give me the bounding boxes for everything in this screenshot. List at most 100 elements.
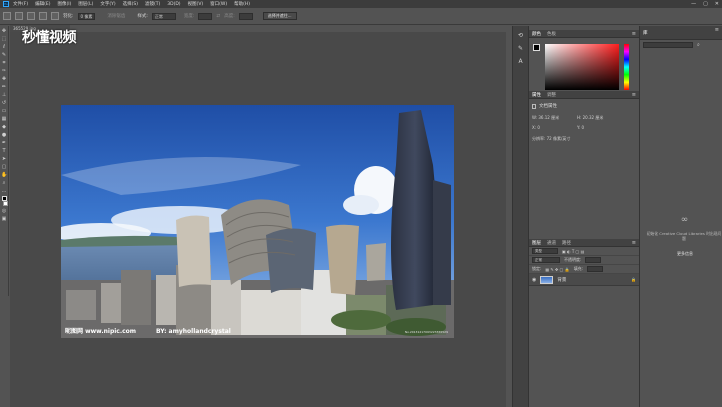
fill-input[interactable] bbox=[587, 266, 604, 272]
hue-slider[interactable] bbox=[624, 44, 629, 90]
tab-libraries[interactable]: 库 bbox=[643, 30, 648, 36]
layers-panel: 图层 通道 路径 ≡ 类型 ▣ ◐ T ▢ ▤ 正常 不透明度: 锁定: ▦ ✎… bbox=[529, 239, 639, 407]
add-selection-icon[interactable] bbox=[27, 12, 35, 20]
width-input[interactable] bbox=[198, 12, 213, 20]
minimize-button[interactable]: — bbox=[691, 1, 696, 7]
hand-tool-icon[interactable]: ✋ bbox=[1, 172, 7, 178]
character-panel-icon[interactable]: A bbox=[518, 58, 522, 65]
close-button[interactable]: ✕ bbox=[715, 1, 719, 7]
panel-menu-icon[interactable]: ≡ bbox=[632, 92, 636, 98]
feather-label: 羽化: bbox=[63, 14, 74, 19]
swap-icon[interactable]: ⇄ bbox=[216, 14, 220, 19]
x-value: 0 bbox=[537, 125, 540, 130]
more-info-link[interactable]: 更多信息 bbox=[660, 251, 710, 257]
filter-icons[interactable]: ▣ ◐ T ▢ ▤ bbox=[562, 249, 584, 254]
creative-cloud-icon: ∞ bbox=[680, 215, 689, 225]
lock-label: 锁定: bbox=[532, 266, 542, 271]
quick-mask-icon[interactable]: ◎ bbox=[1, 208, 7, 214]
menu-edit[interactable]: 编辑(E) bbox=[35, 1, 50, 7]
opacity-input[interactable] bbox=[585, 257, 602, 263]
tab-paths[interactable]: 路径 bbox=[562, 240, 571, 246]
shape-tool-icon[interactable]: ▢ bbox=[1, 164, 7, 170]
style-select[interactable]: 正常 bbox=[151, 12, 176, 20]
clone-stamp-icon[interactable]: ⊥ bbox=[1, 92, 7, 98]
quick-select-icon[interactable]: ✎ bbox=[1, 52, 7, 58]
x-field[interactable]: X: 0 bbox=[532, 125, 577, 130]
y-label: Y: bbox=[577, 125, 581, 130]
marquee-tool-icon[interactable]: ⬚ bbox=[1, 36, 7, 42]
menu-select[interactable]: 选择(S) bbox=[123, 1, 138, 7]
libraries-search-input[interactable] bbox=[643, 42, 693, 48]
brush-panel-icon[interactable]: ✎ bbox=[518, 45, 523, 52]
antialias-checkbox[interactable]: 消除锯齿 bbox=[107, 13, 125, 19]
lock-icons[interactable]: ▦ ✎ ✥ ▢ 🔒 bbox=[545, 267, 569, 272]
eyedropper-icon[interactable]: ✑ bbox=[1, 68, 7, 74]
menu-bar: Ps 文件(F) 编辑(E) 图像(I) 图层(L) 文字(Y) 选择(S) 滤… bbox=[0, 0, 722, 8]
maximize-button[interactable]: ▢ bbox=[703, 1, 708, 7]
document-image[interactable]: 昵图网 www.nipic.com BY: amyhollandcrystal … bbox=[61, 105, 454, 338]
tab-color[interactable]: 颜色 bbox=[532, 31, 541, 37]
tab-swatches[interactable]: 色板 bbox=[547, 31, 556, 37]
menu-layer[interactable]: 图层(L) bbox=[78, 1, 93, 7]
panel-menu-icon[interactable]: ≡ bbox=[715, 27, 719, 33]
height-input[interactable] bbox=[238, 12, 253, 20]
gradient-tool-icon[interactable]: ▦ bbox=[1, 116, 7, 122]
properties-title: 文档属性 bbox=[532, 103, 636, 109]
panel-menu-icon[interactable]: ≡ bbox=[632, 31, 636, 37]
blur-tool-icon[interactable]: ◆ bbox=[1, 124, 7, 130]
width-field[interactable]: W: 36.12 厘米 bbox=[532, 115, 577, 121]
lasso-tool-icon[interactable]: ℓ bbox=[1, 44, 7, 50]
screen-mode-icon[interactable]: ▣ bbox=[1, 216, 7, 222]
menu-type[interactable]: 文字(Y) bbox=[100, 1, 115, 7]
position-row: X: 0 Y: 0 bbox=[532, 125, 636, 130]
menu-file[interactable]: 文件(F) bbox=[13, 1, 28, 7]
healing-brush-icon[interactable]: ✚ bbox=[1, 76, 7, 82]
path-select-icon[interactable]: ➤ bbox=[1, 156, 7, 162]
resolution-text: 分辨率: 72 像素/英寸 bbox=[532, 136, 571, 141]
history-brush-icon[interactable]: ↺ bbox=[1, 100, 7, 106]
marquee-tool-icon[interactable] bbox=[3, 12, 11, 20]
tab-layers[interactable]: 图层 bbox=[532, 240, 541, 246]
properties-panel-header: 属性 调整 ≡ bbox=[529, 91, 639, 99]
collapsed-panel-strip: ⟲ ✎ A bbox=[512, 26, 528, 407]
w-value: 36.12 厘米 bbox=[538, 115, 560, 120]
intersect-selection-icon[interactable] bbox=[51, 12, 59, 20]
y-field[interactable]: Y: 0 bbox=[577, 125, 622, 130]
background-color-swatch[interactable] bbox=[3, 201, 8, 206]
height-field[interactable]: H: 20.32 厘米 bbox=[577, 115, 622, 121]
layer-row-background[interactable]: ◉ 背景 🔒 bbox=[529, 274, 639, 286]
color-foreground-swatch[interactable] bbox=[533, 44, 540, 51]
pen-tool-icon[interactable]: ✒ bbox=[1, 140, 7, 146]
tab-channels[interactable]: 通道 bbox=[547, 240, 556, 246]
menu-window[interactable]: 窗口(W) bbox=[210, 1, 227, 7]
more-tools-icon[interactable]: … bbox=[1, 188, 7, 194]
crop-tool-icon[interactable]: ⌗ bbox=[1, 60, 7, 66]
h-label: H: bbox=[577, 115, 582, 120]
blend-mode-select[interactable]: 正常 bbox=[532, 257, 560, 263]
panel-menu-icon[interactable]: ≡ bbox=[632, 240, 636, 246]
brush-tool-icon[interactable]: ✏ bbox=[1, 84, 7, 90]
menu-3d[interactable]: 3D(D) bbox=[167, 2, 180, 7]
select-and-mask-button[interactable]: 选择并遮住... bbox=[262, 12, 297, 20]
search-icon[interactable]: ⌕ bbox=[697, 42, 700, 48]
subtract-selection-icon[interactable] bbox=[39, 12, 47, 20]
new-selection-icon[interactable] bbox=[15, 12, 23, 20]
lock-row: 锁定: ▦ ✎ ✥ ▢ 🔒 填充: bbox=[529, 265, 639, 274]
menu-view[interactable]: 视图(V) bbox=[188, 1, 204, 7]
layer-kind-select[interactable]: 类型 bbox=[532, 248, 558, 254]
menu-help[interactable]: 帮助(H) bbox=[234, 1, 250, 7]
menu-image[interactable]: 图像(I) bbox=[57, 1, 71, 7]
width-label: 宽度: bbox=[183, 14, 195, 19]
eraser-tool-icon[interactable]: ▭ bbox=[1, 108, 7, 114]
tab-properties[interactable]: 属性 bbox=[532, 92, 541, 98]
color-picker-field[interactable] bbox=[545, 44, 619, 90]
move-tool-icon[interactable]: ✥ bbox=[1, 28, 7, 34]
history-panel-icon[interactable]: ⟲ bbox=[518, 32, 523, 39]
feather-input[interactable]: 0 像素 bbox=[77, 12, 96, 20]
menu-filter[interactable]: 滤镜(T) bbox=[145, 1, 160, 7]
type-tool-icon[interactable]: T bbox=[1, 148, 7, 154]
eye-icon[interactable]: ◉ bbox=[532, 277, 536, 283]
tab-adjustments[interactable]: 调整 bbox=[547, 92, 556, 98]
zoom-tool-icon[interactable]: ⌕ bbox=[1, 180, 7, 186]
dodge-tool-icon[interactable]: ● bbox=[1, 132, 7, 138]
